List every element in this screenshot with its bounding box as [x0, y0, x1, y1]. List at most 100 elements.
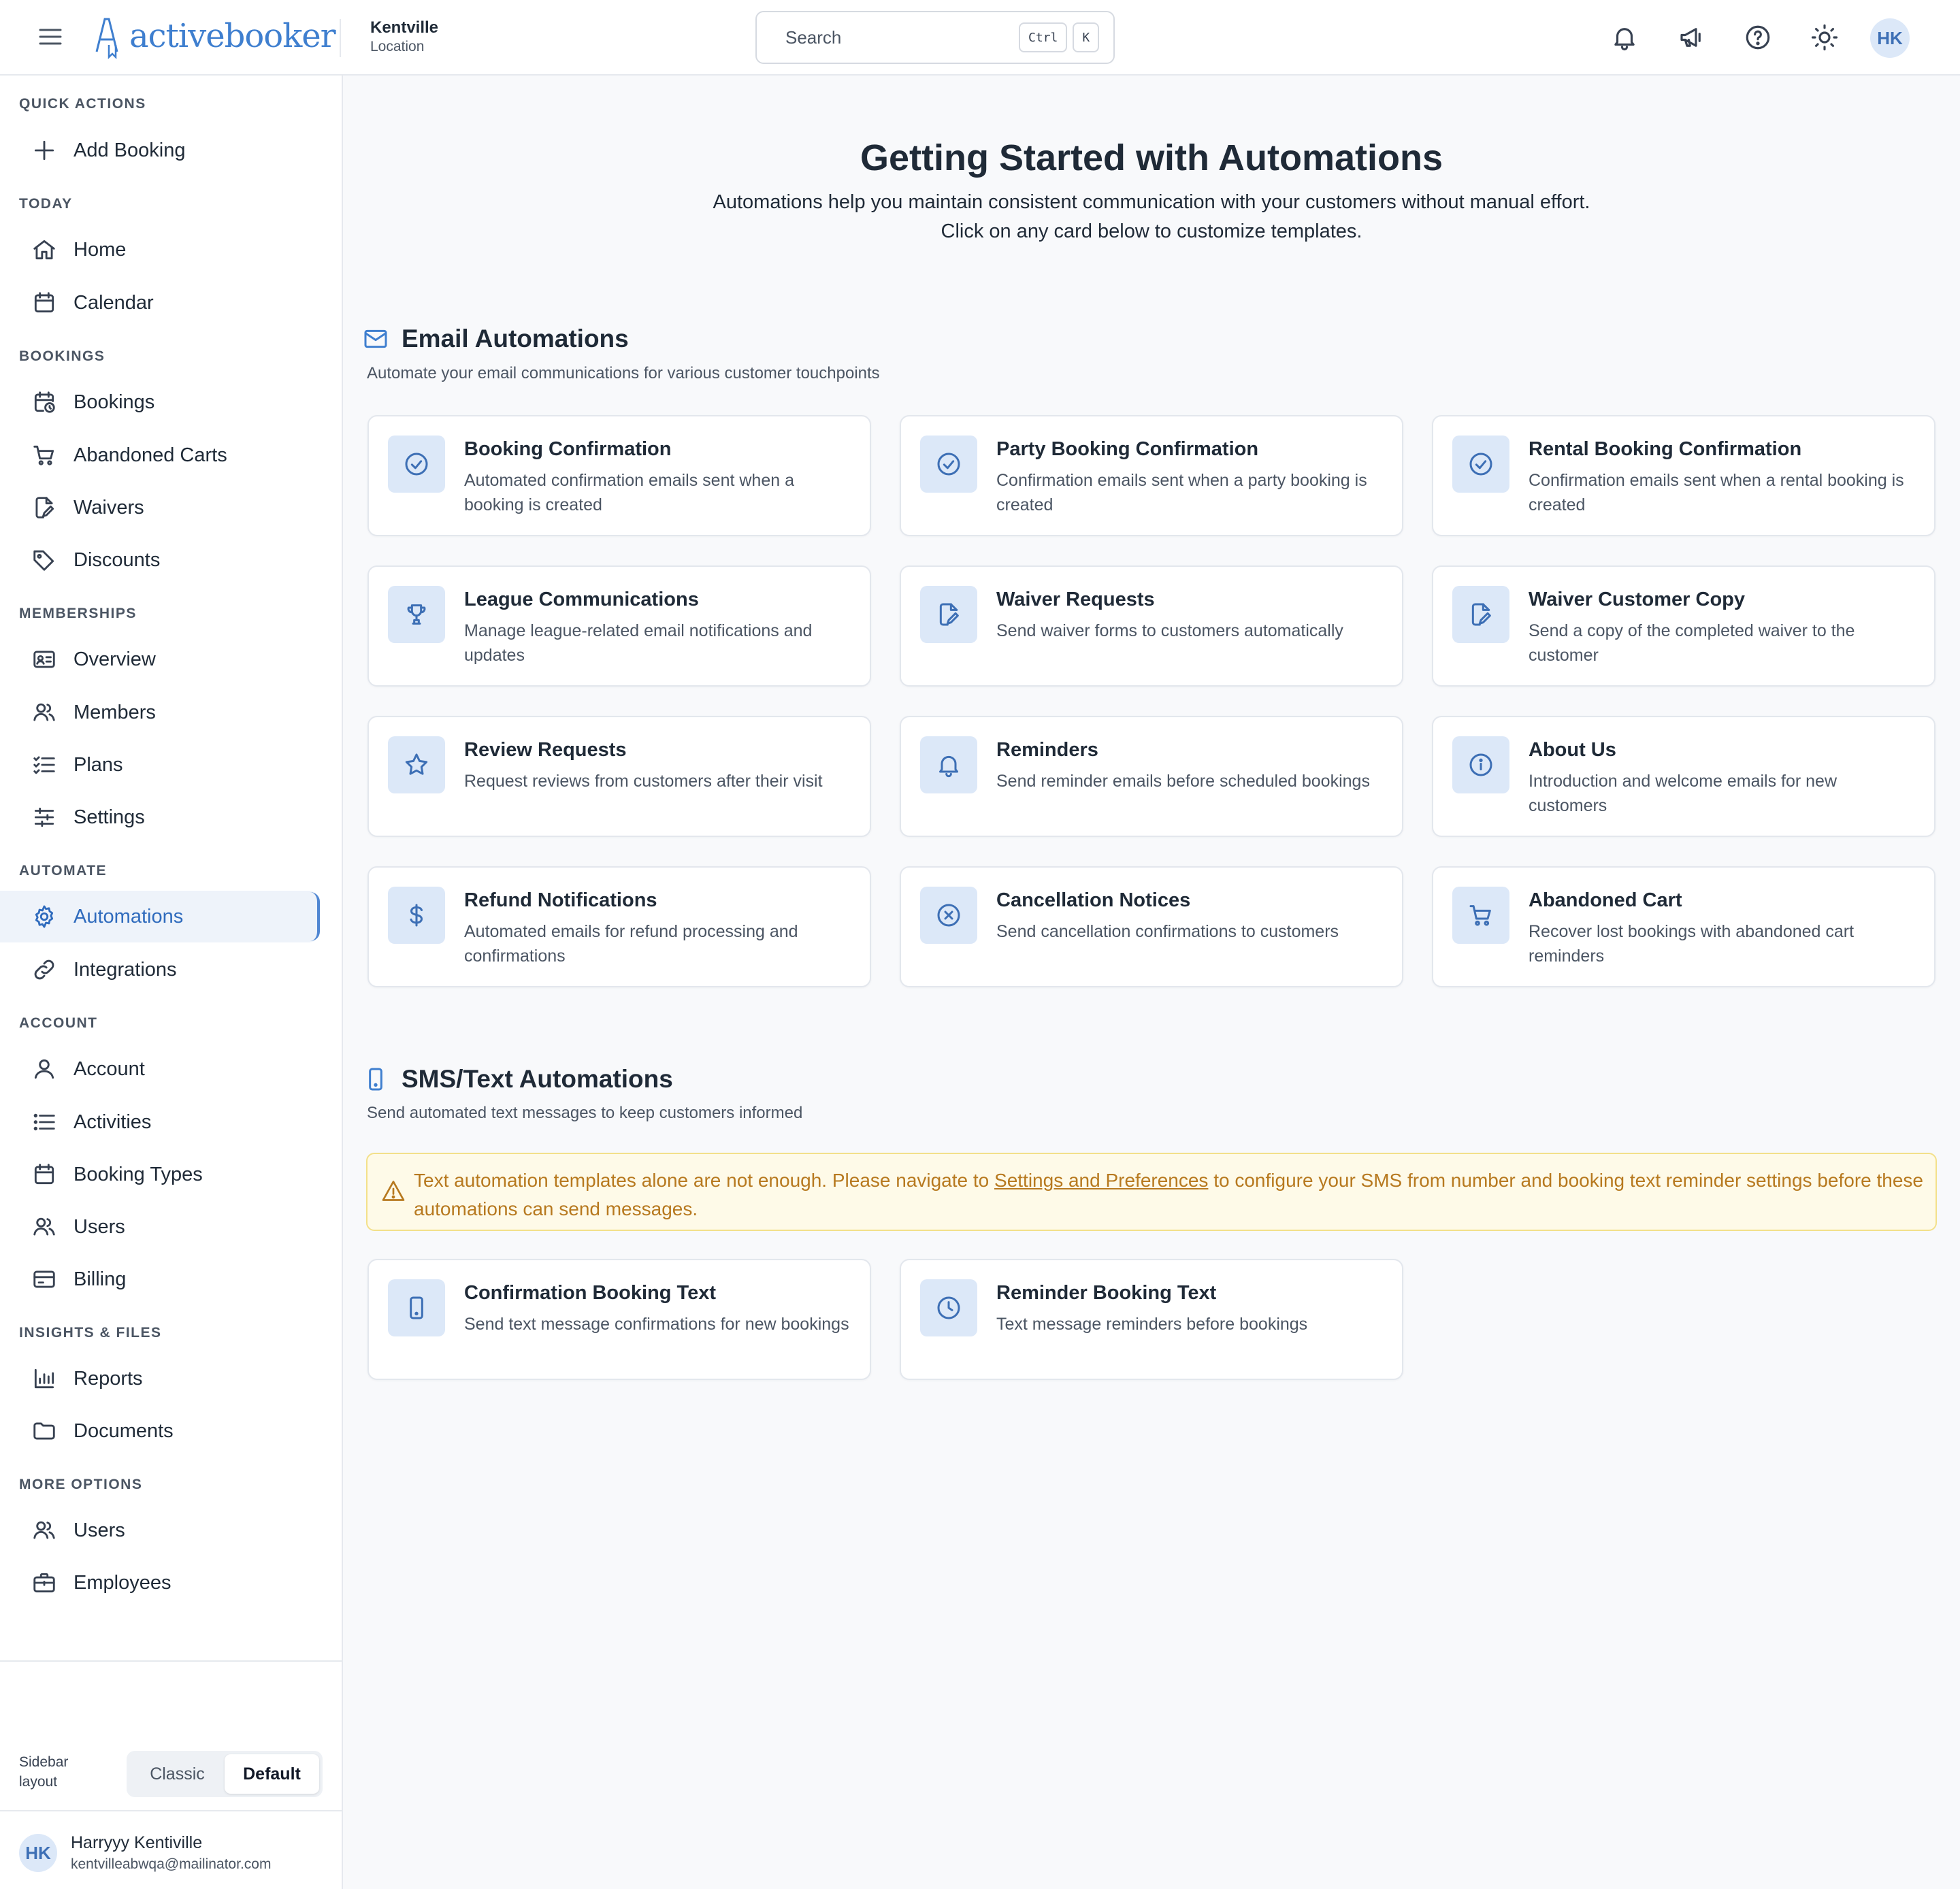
sidebar-item-overview[interactable]: Overview [0, 634, 318, 685]
card-description: Request reviews from customers after the… [464, 772, 823, 791]
user-avatar-top[interactable]: HK [1870, 18, 1910, 58]
card-title: Party Booking Confirmation [996, 438, 1259, 460]
automation-card-abandoned-cart[interactable]: Abandoned Cart Recover lost bookings with… [1432, 866, 1936, 987]
sidebar-item-users-more[interactable]: Users [0, 1505, 318, 1556]
sidebar-layout-toggle[interactable]: Classic Default [127, 1751, 323, 1797]
automation-card-rental-booking-confirmation[interactable]: Rental Booking Confirmation Confirmation … [1432, 415, 1936, 536]
card-icon-tile [388, 436, 445, 493]
card-title: Waiver Requests [996, 589, 1155, 610]
sidebar-item-label: Integrations [74, 958, 177, 981]
theme-sun-icon[interactable] [1810, 23, 1839, 52]
calendar-clock-icon [34, 391, 55, 413]
sidebar-item-settings[interactable]: Settings [0, 791, 318, 843]
card-icon-tile [920, 887, 977, 944]
megaphone-icon[interactable] [1677, 23, 1705, 52]
card-icon-tile [388, 1279, 445, 1336]
sidebar-item-label: Home [74, 238, 127, 261]
phone-icon [410, 1296, 423, 1319]
layout-default-option[interactable]: Default [225, 1754, 319, 1794]
sidebar-item-members[interactable]: Members [0, 687, 318, 738]
sidebar-item-waivers[interactable]: Waivers [0, 482, 318, 533]
menu-icon[interactable] [37, 23, 64, 50]
sidebar-item-label: Abandoned Carts [74, 444, 227, 466]
sidebar-item-label: Reports [74, 1367, 143, 1390]
sidebar-item-integrations[interactable]: Integrations [0, 944, 318, 996]
card-icon-tile [1452, 586, 1509, 643]
folder-icon [33, 1422, 55, 1440]
sidebar-item-automations[interactable]: Automations [0, 891, 320, 942]
card-icon-tile [388, 736, 445, 793]
sidebar-item-bookings[interactable]: Bookings [0, 376, 318, 428]
sidebar-item-billing[interactable]: Billing [0, 1253, 318, 1305]
sidebar-item-discounts[interactable]: Discounts [0, 534, 318, 586]
card-title: League Communications [464, 589, 699, 610]
sidebar-item-employees[interactable]: Employees [0, 1557, 318, 1609]
automation-card-confirmation-booking-text[interactable]: Confirmation Booking Text Send text messa… [368, 1259, 871, 1380]
sidebar-divider [0, 1660, 342, 1662]
section-bookings: BOOKINGS [19, 348, 105, 364]
sidebar-item-label: Documents [74, 1419, 174, 1442]
section-insights: INSIGHTS & FILES [19, 1325, 162, 1341]
card-icon-tile [1452, 436, 1509, 493]
sidebar-item-plans[interactable]: Plans [0, 739, 318, 791]
users-icon [33, 1217, 55, 1236]
sidebar-item-documents[interactable]: Documents [0, 1405, 318, 1457]
section-title: Email Automations [402, 325, 629, 352]
card-description: Send waiver forms to customers automatic… [996, 621, 1343, 640]
search-input[interactable] [785, 27, 1013, 48]
sidebar-layout-label: Sidebar layout [19, 1754, 69, 1790]
avatar[interactable]: HK [19, 1834, 57, 1872]
list-icon [33, 1113, 55, 1131]
automation-card-refund-notifications[interactable]: Refund Notifications Automated emails for… [368, 866, 871, 987]
clock-icon [937, 1296, 960, 1319]
sidebar-item-account[interactable]: Account [0, 1043, 318, 1095]
email-automations-description: Automate your email communications for v… [367, 364, 880, 382]
automation-card-waiver-requests[interactable]: Waiver Requests Send waiver forms to cust… [900, 565, 1403, 687]
automation-card-reminder-booking-text[interactable]: Reminder Booking Text Text message remind… [900, 1259, 1403, 1380]
phone-icon [369, 1068, 382, 1091]
automation-card-league-communications[interactable]: League Communications Manage league-relat… [368, 565, 871, 687]
sidebar-item-home[interactable]: Home [0, 224, 318, 276]
sidebar-item-booking-types[interactable]: Booking Types [0, 1149, 318, 1200]
sidebar-item-label: Users [74, 1519, 125, 1541]
header-divider [340, 19, 341, 57]
sidebar-item-activities[interactable]: Activities [0, 1096, 318, 1148]
automation-card-review-requests[interactable]: Review Requests Request reviews from cust… [368, 716, 871, 837]
card-description: Send cancellation confirmations to custo… [996, 922, 1339, 941]
sidebar-item-reports[interactable]: Reports [0, 1353, 318, 1405]
card-description: Automated confirmation emails sent when … [464, 471, 794, 514]
shortcut-k: K [1073, 22, 1100, 52]
calendar-icon [34, 1164, 54, 1185]
automation-card-booking-confirmation[interactable]: Booking Confirmation Automated confirmati… [368, 415, 871, 536]
automation-card-about-us[interactable]: About Us Introduction and welcome emails … [1432, 716, 1936, 837]
help-icon[interactable] [1744, 23, 1772, 52]
automation-card-reminders[interactable]: Reminders Send reminder emails before sch… [900, 716, 1403, 837]
notification-bell-icon[interactable] [1610, 23, 1639, 52]
logo[interactable]: activebooker [90, 12, 336, 60]
card-title: Booking Confirmation [464, 438, 672, 460]
card-title: About Us [1529, 739, 1616, 761]
automation-card-party-booking-confirmation[interactable]: Party Booking Confirmation Confirmation e… [900, 415, 1403, 536]
sidebar-item-add-booking[interactable]: Add Booking [0, 125, 318, 176]
card-description: Send a copy of the completed waiver to t… [1529, 621, 1855, 665]
card-icon-tile [920, 586, 977, 643]
sidebar-item-users[interactable]: Users [0, 1201, 318, 1253]
warning-text: Text automation templates alone are not … [414, 1166, 1925, 1223]
sidebar-item-abandoned-carts[interactable]: Abandoned Carts [0, 429, 318, 481]
section-more-options: MORE OPTIONS [19, 1477, 143, 1492]
section-automate: AUTOMATE [19, 863, 108, 878]
info-icon [1469, 753, 1492, 776]
card-icon-tile [920, 1279, 977, 1336]
card-icon-tile [920, 736, 977, 793]
top-header: activebooker Kentville Location Ctrl K H… [0, 0, 1960, 76]
dollar-icon [410, 904, 423, 927]
automation-card-cancellation-notices[interactable]: Cancellation Notices Send cancellation co… [900, 866, 1403, 987]
sidebar-item-label: Booking Types [74, 1163, 203, 1185]
sidebar-item-calendar[interactable]: Calendar [0, 277, 318, 329]
automation-card-waiver-customer-copy[interactable]: Waiver Customer Copy Send a copy of the c… [1432, 565, 1936, 687]
location-switcher[interactable]: Kentville Location [370, 18, 438, 56]
section-today: TODAY [19, 196, 73, 212]
search-bar[interactable]: Ctrl K [755, 11, 1115, 64]
layout-classic-option[interactable]: Classic [130, 1754, 225, 1794]
settings-preferences-link[interactable]: Settings and Preferences [994, 1170, 1208, 1191]
